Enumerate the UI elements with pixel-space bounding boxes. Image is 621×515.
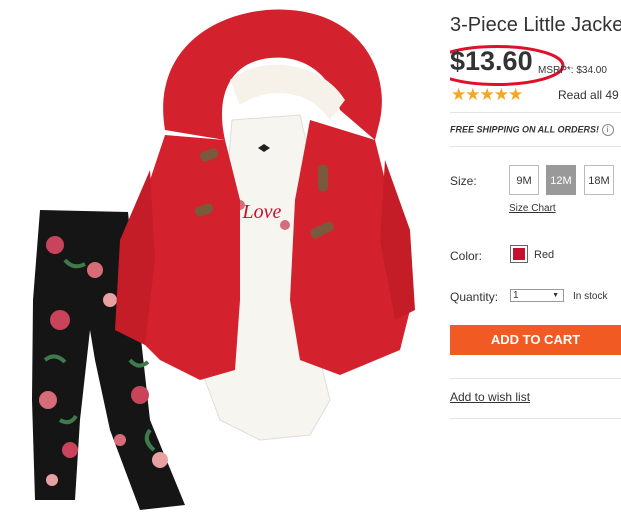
quantity-label: Quantity: bbox=[450, 290, 499, 304]
free-shipping-label: FREE SHIPPING ON ALL ORDERS! bbox=[450, 124, 600, 135]
add-to-cart-button[interactable]: ADD TO CART bbox=[450, 325, 621, 355]
size-chart-link[interactable]: Size Chart bbox=[509, 203, 556, 214]
divider bbox=[450, 418, 621, 419]
divider bbox=[450, 378, 621, 379]
product-title: 3-Piece Little Jacke bbox=[450, 14, 621, 36]
color-label: Color: bbox=[450, 249, 483, 263]
product-image: Love bbox=[32, 9, 415, 510]
product-price: $13.60 bbox=[450, 46, 533, 76]
add-to-wish-list-link[interactable]: Add to wish list bbox=[450, 390, 530, 404]
rating-stars-icon: ★★★★★ bbox=[451, 85, 523, 104]
divider bbox=[450, 112, 621, 113]
shirt-love-text: Love bbox=[242, 201, 282, 223]
color-value: Red bbox=[534, 249, 555, 261]
product-panel: 3-Piece Little Jacke $13.60 MSRP*: $34.0… bbox=[450, 0, 621, 515]
color-swatch-red[interactable] bbox=[510, 245, 528, 263]
size-option-9m[interactable]: 9M bbox=[509, 165, 539, 195]
size-label: Size: bbox=[450, 174, 477, 188]
chevron-down-icon: ▼ bbox=[552, 292, 559, 299]
quantity-value: 1 bbox=[513, 290, 519, 301]
size-option-12m[interactable]: 12M bbox=[546, 165, 576, 195]
read-reviews-link[interactable]: Read all 49 bbox=[558, 88, 619, 102]
stock-status: In stock bbox=[573, 291, 608, 302]
msrp-price: MSRP*: $34.00 bbox=[538, 65, 607, 76]
size-option-18m[interactable]: 18M bbox=[584, 165, 614, 195]
divider bbox=[450, 146, 621, 147]
free-shipping-text: FREE SHIPPING ON ALL ORDERS! i bbox=[450, 124, 614, 136]
info-icon[interactable]: i bbox=[601, 124, 614, 136]
quantity-select[interactable]: 1 ▼ bbox=[510, 289, 564, 302]
